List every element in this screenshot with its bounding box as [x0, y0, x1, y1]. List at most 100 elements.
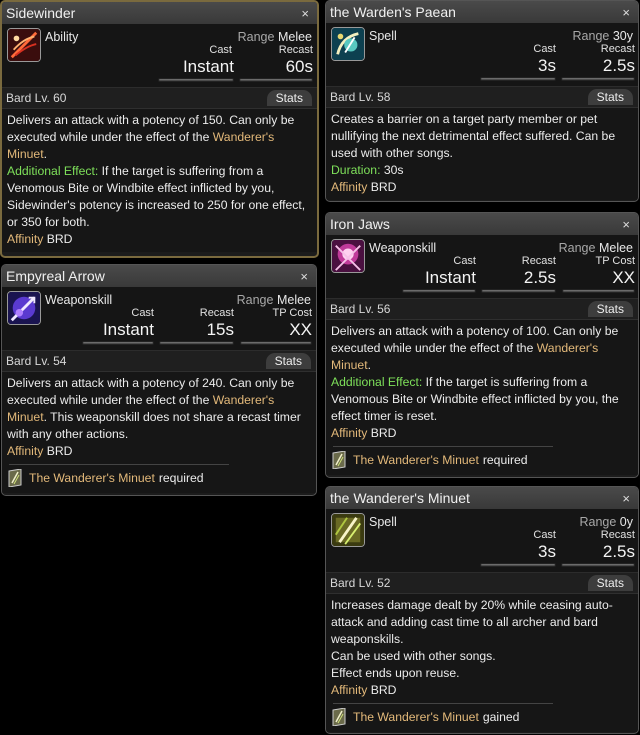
- wardens-paean-icon: [331, 27, 365, 61]
- affinity: Affinity BRD: [331, 180, 396, 194]
- close-icon[interactable]: ×: [300, 269, 308, 284]
- level-row: Bard Lv. 56 Stats: [326, 299, 638, 319]
- range-label: Range: [236, 293, 274, 307]
- tooltip-title-bar[interactable]: Sidewinder ×: [2, 2, 317, 24]
- recast-bar: [239, 78, 313, 82]
- recast-value: 2.5s: [602, 542, 635, 561]
- action-header: Spell Range 0y Cast 3s Recast 2.5s: [326, 509, 638, 573]
- close-icon[interactable]: ×: [622, 217, 630, 232]
- recast-value: 2.5s: [602, 56, 635, 75]
- class-level: Bard Lv. 56: [330, 302, 391, 316]
- action-type: Ability: [45, 30, 79, 44]
- requirement-name: The Wanderer's Minuet: [353, 452, 479, 467]
- recast-bar: [481, 289, 556, 293]
- empyreal-arrow-icon: [7, 291, 41, 325]
- cast-stat: Cast Instant: [158, 44, 234, 82]
- affinity-value: BRD: [370, 426, 397, 440]
- divider: [333, 446, 553, 447]
- action-header: Weaponskill Range Melee Cast Instant Rec…: [326, 235, 638, 299]
- tooltip-title-bar[interactable]: the Warden's Paean ×: [326, 1, 638, 23]
- cast-bar: [82, 341, 154, 345]
- cast-value: 3s: [538, 542, 556, 561]
- tp-cost-label: TP Cost: [595, 255, 635, 267]
- action-description: Delivers an attack with a potency of 150…: [2, 108, 317, 252]
- level-row: Bard Lv. 54 Stats: [2, 351, 316, 371]
- duration-label: Duration:: [331, 163, 381, 177]
- level-row: Bard Lv. 52 Stats: [326, 573, 638, 593]
- action-type: Weaponskill: [45, 293, 113, 307]
- wanderers-minuet-icon: [331, 513, 365, 547]
- divider: [333, 703, 553, 704]
- action-description: Delivers an attack with a potency of 240…: [2, 371, 316, 493]
- cast-label: Cast: [453, 255, 476, 267]
- tp-cost-stat: TP Cost XX: [562, 255, 635, 293]
- affinity-value: BRD: [46, 232, 73, 246]
- tooltip-title-bar[interactable]: Iron Jaws ×: [326, 213, 638, 235]
- cast-bar: [402, 289, 476, 293]
- status-requirement: The Wanderer's Minuet required: [331, 449, 634, 471]
- tooltip-sidewinder: Sidewinder × Ability Range Melee Cast In…: [0, 0, 319, 258]
- tooltip-wardens-paean: the Warden's Paean × Spell Range 30y Cas…: [325, 0, 639, 202]
- level-row: Bard Lv. 60 Stats: [2, 88, 317, 108]
- tooltip-title-bar[interactable]: the Wanderer's Minuet ×: [326, 487, 638, 509]
- range-label: Range: [572, 29, 610, 43]
- cast-stat: Cast Instant: [82, 307, 154, 345]
- recast-value: 60s: [285, 57, 313, 76]
- tooltip-title: Empyreal Arrow: [6, 268, 105, 284]
- stats-tab[interactable]: Stats: [587, 301, 633, 317]
- class-level: Bard Lv. 60: [6, 91, 67, 105]
- requirement-name: The Wanderer's Minuet: [29, 470, 155, 485]
- status-name: The Wanderer's Minuet: [353, 709, 479, 724]
- range-value: Melee: [598, 241, 633, 255]
- tp-cost-stat: TP Cost XX: [240, 307, 312, 345]
- action-range: Range 0y: [579, 515, 633, 529]
- recast-stat: Recast 60s: [239, 44, 313, 82]
- effect-label: Additional Effect:: [331, 375, 423, 389]
- cast-value: Instant: [182, 57, 234, 76]
- affinity-value: BRD: [370, 683, 397, 697]
- recast-label: Recast: [600, 43, 635, 55]
- close-icon[interactable]: ×: [622, 491, 630, 506]
- class-level: Bard Lv. 54: [6, 354, 67, 368]
- divider: [9, 464, 229, 465]
- description-text: Increases damage dealt by 20% while ceas…: [331, 598, 613, 646]
- action-range: Range 30y: [573, 29, 633, 43]
- tp-cost-value: XX: [289, 320, 312, 339]
- tp-cost-bar: [240, 341, 312, 345]
- tp-cost-label: TP Cost: [272, 307, 312, 319]
- close-icon[interactable]: ×: [301, 6, 309, 21]
- stats-tab[interactable]: Stats: [265, 353, 311, 369]
- recast-bar: [159, 341, 234, 345]
- affinity-label: Affinity: [331, 683, 368, 697]
- cast-label: Cast: [131, 307, 154, 319]
- stats-tab[interactable]: Stats: [587, 89, 633, 105]
- recast-label: Recast: [600, 529, 635, 541]
- class-level: Bard Lv. 52: [330, 576, 391, 590]
- iron-jaws-icon: [331, 239, 365, 273]
- stats-tab[interactable]: Stats: [587, 575, 633, 591]
- requirement-status: required: [158, 470, 204, 485]
- cast-label: Cast: [209, 44, 232, 56]
- action-description: Delivers an attack with a potency of 100…: [326, 319, 638, 475]
- status-state: gained: [482, 709, 520, 724]
- affinity: Affinity BRD: [7, 444, 72, 458]
- affinity: Affinity BRD: [331, 426, 396, 440]
- action-range: Range Melee: [238, 30, 312, 44]
- recast-stat: Recast 2.5s: [561, 529, 635, 567]
- cast-stat: Cast Instant: [402, 255, 476, 293]
- cast-bar: [480, 77, 556, 81]
- stats-tab[interactable]: Stats: [266, 90, 312, 106]
- cast-label: Cast: [533, 529, 556, 541]
- cast-value: Instant: [102, 320, 154, 339]
- tooltip-title-bar[interactable]: Empyreal Arrow ×: [2, 265, 316, 287]
- action-type: Spell: [369, 515, 397, 529]
- action-description: Creates a barrier on a target party memb…: [326, 107, 638, 200]
- description-text: .: [43, 147, 47, 161]
- status-effect: The Wanderer's Minuet gained: [331, 706, 634, 728]
- recast-stat: Recast 2.5s: [481, 255, 556, 293]
- close-icon[interactable]: ×: [622, 5, 630, 20]
- range-value: 30y: [612, 29, 633, 43]
- sidewinder-icon: [7, 28, 41, 62]
- recast-label: Recast: [199, 307, 234, 319]
- description-text: Can be used with other songs.: [331, 649, 496, 663]
